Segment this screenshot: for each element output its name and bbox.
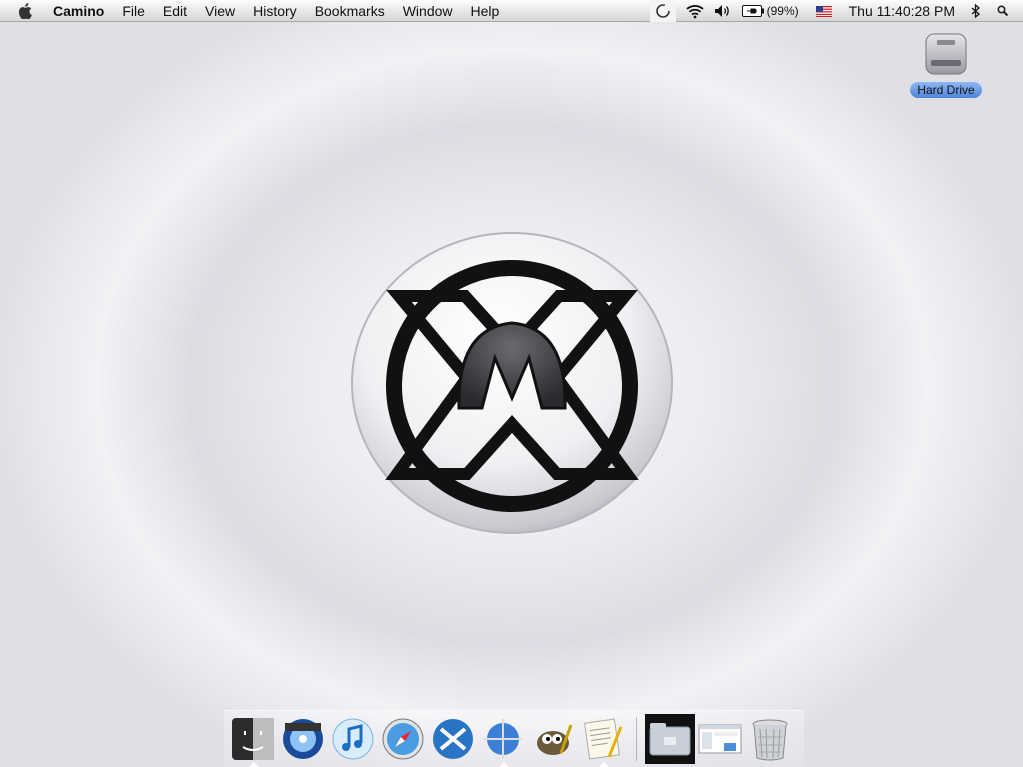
battery-icon — [741, 5, 764, 17]
us-flag-icon[interactable] — [813, 0, 835, 22]
menu-file[interactable]: File — [113, 0, 154, 22]
apple-menu-icon[interactable] — [18, 2, 34, 19]
x-app-icon — [433, 719, 473, 759]
gimp-icon — [537, 724, 573, 755]
hard-drive-icon — [925, 33, 967, 75]
dock-separator — [636, 717, 637, 761]
menu-window[interactable]: Window — [394, 0, 462, 22]
dock-window-preview[interactable] — [695, 714, 745, 764]
window-preview-icon — [698, 724, 742, 754]
menu-clock[interactable]: Thu 11:40:28 PM — [835, 3, 965, 19]
dock-dvd-player[interactable] — [278, 714, 328, 764]
status-area: (99%) Thu 11:40:28 PM — [649, 0, 1023, 22]
menu-edit[interactable]: Edit — [154, 0, 196, 22]
app-menu[interactable]: Camino — [44, 0, 113, 22]
dock-camino[interactable] — [478, 714, 528, 767]
dock-trash[interactable] — [745, 714, 795, 764]
volume-icon[interactable] — [710, 0, 736, 22]
menu-bookmarks[interactable]: Bookmarks — [306, 0, 394, 22]
wifi-icon[interactable] — [680, 0, 710, 22]
menu-bar: Camino File Edit View History Bookmarks … — [0, 0, 1023, 22]
camino-icon — [483, 719, 523, 759]
dock-finder[interactable] — [228, 714, 278, 767]
textedit-icon — [584, 718, 623, 760]
dock-x-app[interactable] — [428, 714, 478, 764]
dock-itunes[interactable] — [328, 714, 378, 764]
menu-view[interactable]: View — [196, 0, 244, 22]
running-indicator — [499, 762, 509, 767]
itunes-icon — [332, 718, 374, 760]
dock — [224, 710, 804, 767]
hard-drive-desktop-icon[interactable]: Hard Drive — [906, 30, 986, 98]
wallpaper-logo — [351, 232, 673, 534]
hard-drive-label: Hard Drive — [910, 82, 982, 98]
safari-icon — [382, 718, 424, 760]
dock-textedit[interactable] — [578, 714, 628, 767]
running-indicator — [249, 762, 259, 767]
menu-history[interactable]: History — [244, 0, 306, 22]
dvd-player-icon — [283, 719, 323, 759]
folder-icon — [649, 723, 691, 756]
battery-status[interactable]: (99%) — [741, 0, 799, 22]
running-indicator — [599, 762, 609, 767]
spotlight-search-icon[interactable] — [983, 0, 1023, 22]
finder-icon — [232, 718, 274, 760]
dock-gimp[interactable] — [528, 714, 578, 764]
dock-hard-drive-folder[interactable] — [645, 714, 695, 764]
battery-percent: (99%) — [766, 4, 799, 18]
dock-safari[interactable] — [378, 714, 428, 764]
bluetooth-icon[interactable] — [969, 0, 983, 22]
trash-icon — [752, 719, 788, 761]
menu-help[interactable]: Help — [462, 0, 509, 22]
sync-icon[interactable] — [649, 0, 676, 22]
